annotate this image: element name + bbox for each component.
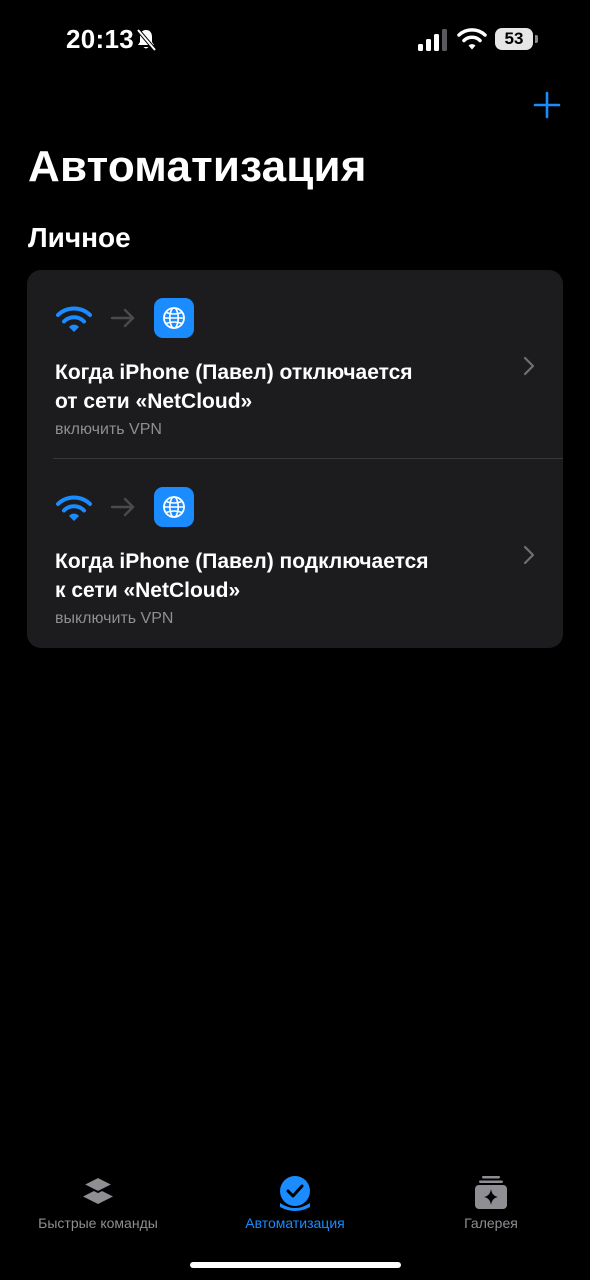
- automation-title-line1: Когда iPhone (Павел) подключается: [55, 550, 429, 573]
- automation-list: Когда iPhone (Павел) отключается от сети…: [27, 270, 563, 648]
- automation-title-line1: Когда iPhone (Павел) отключается: [55, 361, 413, 384]
- automation-row[interactable]: Когда iPhone (Павел) отключается от сети…: [27, 270, 563, 458]
- arrow-right-icon: [110, 497, 135, 517]
- checkmark-circle-icon: [280, 1176, 310, 1211]
- page-title: Автоматизация: [28, 142, 367, 191]
- automation-subtitle: включить VPN: [55, 421, 162, 438]
- automation-row[interactable]: Когда iPhone (Павел) подключается к сети…: [27, 459, 563, 647]
- battery-icon: 53: [495, 28, 539, 52]
- tab-automation[interactable]: Автоматизация: [205, 1170, 385, 1240]
- home-indicator[interactable]: [190, 1262, 401, 1268]
- vpn-action-icon: [154, 298, 194, 338]
- tab-label: Быстрые команды: [38, 1215, 158, 1231]
- automation-title-line2: к сети «NetCloud»: [55, 579, 241, 602]
- tab-label: Галерея: [464, 1215, 518, 1231]
- bell-slash-icon: [136, 28, 157, 52]
- status-time: 20:13: [66, 24, 134, 54]
- wifi-icon: [56, 306, 92, 332]
- status-bar: 20:13 53: [0, 0, 590, 80]
- section-title: Личное: [28, 222, 131, 253]
- tab-gallery[interactable]: Галерея: [401, 1170, 581, 1240]
- globe-icon: [163, 496, 185, 518]
- battery-percent: 53: [495, 28, 533, 50]
- wifi-icon: [56, 495, 92, 521]
- chevron-right-icon: [523, 545, 535, 565]
- gallery-sparkle-icon: [475, 1176, 507, 1209]
- tab-label: Автоматизация: [245, 1215, 345, 1231]
- battery-tip: [535, 35, 538, 43]
- arrow-right-icon: [110, 308, 135, 328]
- automation-title: Когда iPhone (Павел) отключается от сети…: [55, 358, 475, 416]
- plus-icon[interactable]: [532, 90, 562, 120]
- chevron-right-icon: [523, 356, 535, 376]
- layers-icon: [82, 1176, 114, 1204]
- tab-shortcuts[interactable]: Быстрые команды: [8, 1170, 188, 1240]
- automation-title-line2: от сети «NetCloud»: [55, 390, 253, 413]
- wifi-icon: [457, 28, 487, 50]
- cellular-signal-icon: [418, 29, 447, 51]
- automation-subtitle: выключить VPN: [55, 610, 174, 627]
- vpn-action-icon: [154, 487, 194, 527]
- globe-icon: [163, 307, 185, 329]
- automation-title: Когда iPhone (Павел) подключается к сети…: [55, 547, 475, 605]
